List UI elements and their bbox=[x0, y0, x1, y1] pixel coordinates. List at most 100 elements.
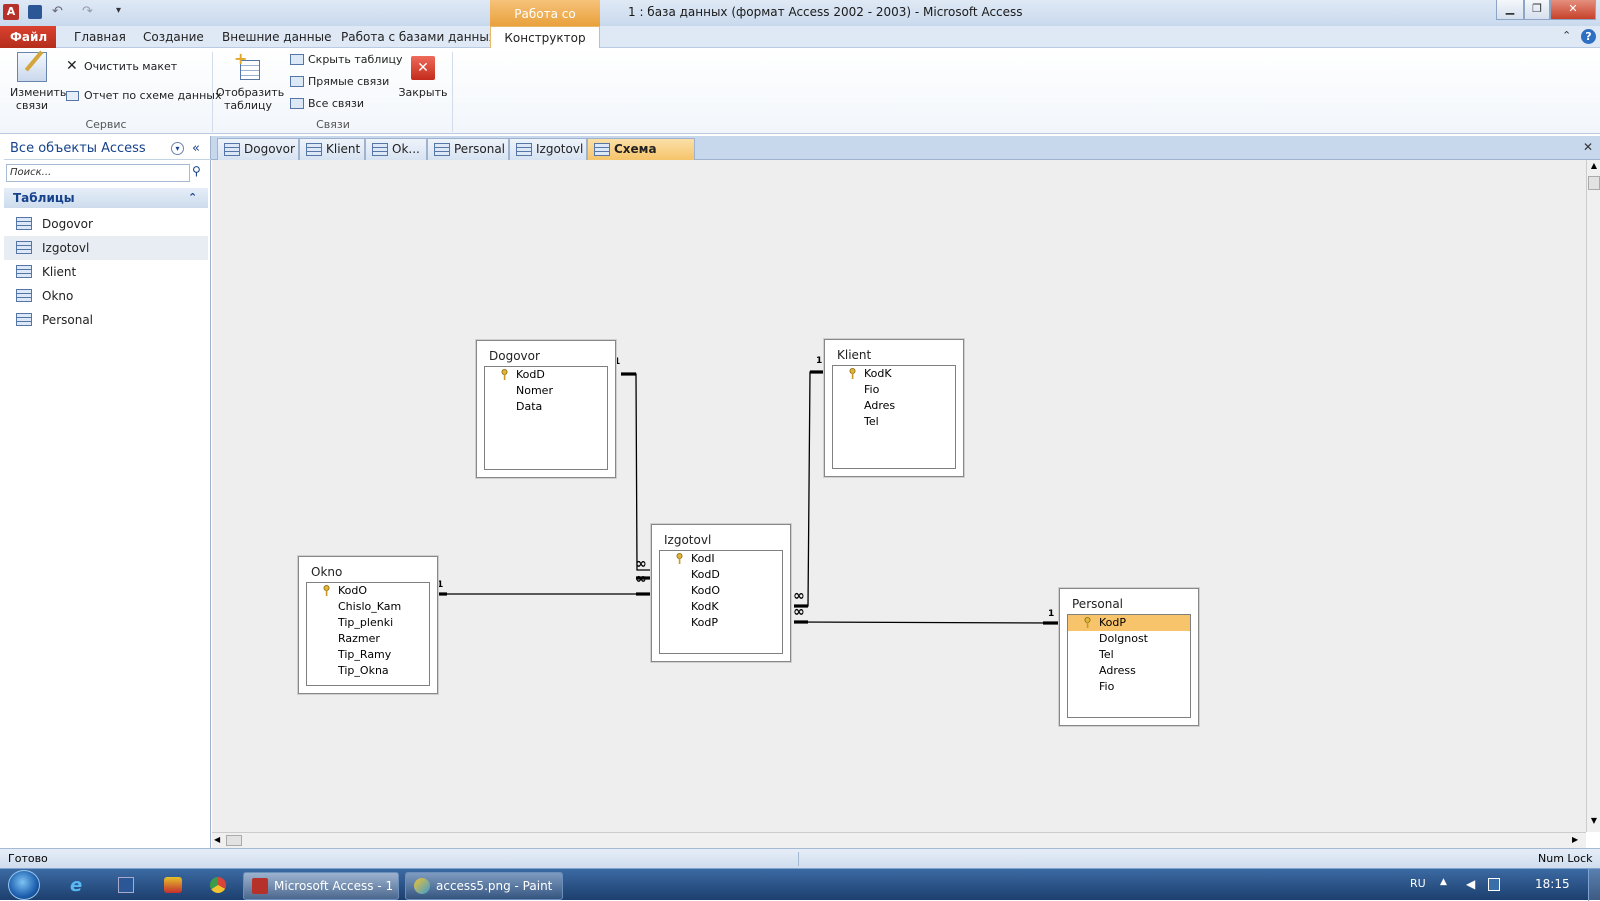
table-window-okno[interactable]: Okno KodO Chislo_Kam Tip_plenki Razmer T… bbox=[298, 556, 438, 694]
field-row[interactable]: Tip_Ramy bbox=[307, 647, 429, 663]
field-row[interactable]: KodK bbox=[833, 366, 955, 382]
relationships-icon bbox=[594, 143, 610, 156]
edit-relations-button[interactable]: Изменить связи bbox=[4, 50, 66, 112]
close-document-icon[interactable]: ✕ bbox=[1583, 140, 1593, 154]
doc-tab-personal[interactable]: Personal bbox=[427, 138, 509, 160]
relationship-report-button[interactable]: Отчет по схеме данных bbox=[64, 87, 221, 105]
field-row[interactable]: Adres bbox=[833, 398, 955, 414]
access-app-icon[interactable]: A bbox=[3, 4, 19, 20]
save-disk-icon[interactable] bbox=[118, 877, 134, 893]
nav-header[interactable]: Все объекты Access ▾ « bbox=[4, 138, 211, 160]
nav-item-dogovor[interactable]: Dogovor bbox=[4, 212, 208, 236]
network-icon[interactable] bbox=[1488, 878, 1500, 891]
table-window-personal[interactable]: Personal KodP Dolgnost Tel Adress Fio bbox=[1059, 588, 1199, 726]
scroll-thumb[interactable] bbox=[1588, 176, 1600, 190]
customize-toolbar-icon[interactable]: ▾ bbox=[116, 5, 121, 16]
field-row[interactable]: Dolgnost bbox=[1068, 631, 1190, 647]
taskbar-paint-button[interactable]: access5.png - Paint bbox=[405, 872, 563, 900]
start-button[interactable] bbox=[8, 870, 40, 900]
help-icon[interactable]: ? bbox=[1581, 29, 1596, 44]
title-bar: A ↶ ↷ ▾ Работа со связями 1 : база данны… bbox=[0, 0, 1600, 49]
doc-tab-klient[interactable]: Klient bbox=[299, 138, 365, 160]
tab-file[interactable]: Файл bbox=[0, 26, 56, 48]
field-row[interactable]: Nomer bbox=[485, 383, 607, 399]
field-row[interactable]: Chislo_Kam bbox=[307, 599, 429, 615]
field-row[interactable]: KodK bbox=[660, 599, 782, 615]
tab-design[interactable]: Конструктор bbox=[490, 26, 600, 49]
field-row[interactable]: Tip_plenki bbox=[307, 615, 429, 631]
nav-item-personal[interactable]: Personal bbox=[4, 308, 208, 332]
table-window-dogovor[interactable]: Dogovor KodD Nomer Data bbox=[476, 340, 616, 478]
table-window-izgotovl[interactable]: Izgotovl KodI KodD KodO KodK KodP bbox=[651, 524, 791, 662]
field-row[interactable]: Fio bbox=[833, 382, 955, 398]
field-row[interactable]: KodO bbox=[660, 583, 782, 599]
chrome-icon[interactable] bbox=[210, 877, 226, 893]
minimize-ribbon-icon[interactable]: ⌃ bbox=[1562, 29, 1571, 42]
field-row[interactable]: Razmer bbox=[307, 631, 429, 647]
internet-explorer-icon[interactable]: e bbox=[70, 875, 82, 896]
restore-button[interactable]: ❐ bbox=[1524, 0, 1550, 20]
vertical-scrollbar[interactable]: ▲ ▼ bbox=[1586, 160, 1600, 832]
nav-item-okno[interactable]: Okno bbox=[4, 284, 208, 308]
shutter-bar-collapse-icon[interactable]: « bbox=[192, 138, 200, 160]
scroll-left-arrow-icon[interactable]: ◀ bbox=[214, 835, 220, 844]
relationships-canvas[interactable]: 1 1 1 1 ∞ ∞ ∞ ∞ Dogovor KodD Nomer Data … bbox=[212, 160, 1586, 832]
close-relations-button[interactable]: ✕ Закрыть bbox=[398, 56, 448, 99]
search-icon[interactable]: ⚲ bbox=[192, 164, 201, 178]
minimize-button[interactable]: ▁ bbox=[1496, 0, 1524, 20]
field-row[interactable]: Tel bbox=[1068, 647, 1190, 663]
field-row[interactable]: KodP bbox=[660, 615, 782, 631]
scroll-thumb[interactable] bbox=[226, 835, 242, 846]
taskbar-access-button[interactable]: Microsoft Access - 1 ... bbox=[243, 872, 399, 900]
nav-item-klient[interactable]: Klient bbox=[4, 260, 208, 284]
undo-icon[interactable]: ↶ bbox=[52, 4, 63, 19]
nav-header-label: Все объекты Access bbox=[10, 141, 146, 156]
collapse-section-icon[interactable]: ⌃ bbox=[188, 188, 197, 208]
tab-database-tools[interactable]: Работа с базами данных bbox=[331, 26, 506, 48]
show-desktop-button[interactable] bbox=[1588, 869, 1600, 901]
volume-icon[interactable]: ◀ bbox=[1466, 877, 1475, 891]
redo-icon[interactable]: ↷ bbox=[82, 4, 93, 19]
scroll-down-arrow-icon[interactable]: ▼ bbox=[1588, 816, 1600, 828]
hide-table-button[interactable]: Скрыть таблицу bbox=[288, 51, 403, 69]
field-row[interactable]: KodD bbox=[485, 367, 607, 383]
doc-tab-dogovor[interactable]: Dogovor bbox=[217, 138, 299, 160]
save-icon[interactable] bbox=[28, 5, 42, 19]
nav-item-izgotovl[interactable]: Izgotovl bbox=[4, 236, 208, 260]
nav-menu-dropdown-icon[interactable]: ▾ bbox=[171, 142, 184, 155]
primary-key-icon bbox=[501, 369, 508, 380]
doc-tab-relationships[interactable]: Схема данных bbox=[587, 138, 695, 177]
clear-layout-button[interactable]: ✕ Очистить макет bbox=[64, 58, 177, 76]
horizontal-scrollbar[interactable]: ◀ ▶ bbox=[212, 832, 1586, 848]
tables-section-header[interactable]: Таблицы ⌃ bbox=[4, 188, 208, 208]
clock[interactable]: 18:15 bbox=[1535, 877, 1570, 891]
doc-tab-okno[interactable]: Ok... bbox=[365, 138, 427, 160]
field-row[interactable]: Tel bbox=[833, 414, 955, 430]
scroll-up-arrow-icon[interactable]: ▲ bbox=[1588, 161, 1600, 173]
field-row-selected[interactable]: KodP bbox=[1068, 615, 1190, 631]
field-row[interactable]: KodO bbox=[307, 583, 429, 599]
close-window-button[interactable]: ✕ bbox=[1550, 0, 1596, 20]
field-row[interactable]: KodD bbox=[660, 567, 782, 583]
show-table-button[interactable]: + Отобразить таблицу bbox=[216, 51, 284, 113]
field-row[interactable]: Data bbox=[485, 399, 607, 415]
clear-layout-label: Очистить макет bbox=[84, 60, 178, 73]
tab-external-data[interactable]: Внешние данные bbox=[212, 26, 341, 48]
field-name: Tip_Okna bbox=[338, 664, 389, 677]
nav-search-input[interactable]: Поиск... bbox=[6, 164, 190, 182]
tray-expand-icon[interactable]: ▲ bbox=[1440, 877, 1447, 887]
field-row[interactable]: Adress bbox=[1068, 663, 1190, 679]
all-relations-button[interactable]: Все связи bbox=[288, 95, 364, 113]
tab-create[interactable]: Создание bbox=[133, 26, 214, 48]
doc-tab-izgotovl[interactable]: Izgotovl bbox=[509, 138, 587, 160]
all-relations-icon bbox=[290, 98, 304, 109]
field-row[interactable]: Tip_Okna bbox=[307, 663, 429, 679]
table-window-klient[interactable]: Klient KodK Fio Adres Tel bbox=[824, 339, 964, 477]
app-icon[interactable] bbox=[164, 877, 182, 893]
field-row[interactable]: KodI bbox=[660, 551, 782, 567]
language-indicator[interactable]: RU bbox=[1410, 877, 1426, 890]
direct-relations-button[interactable]: Прямые связи bbox=[288, 73, 389, 91]
field-row[interactable]: Fio bbox=[1068, 679, 1190, 695]
tab-home[interactable]: Главная bbox=[64, 26, 136, 48]
scroll-right-arrow-icon[interactable]: ▶ bbox=[1572, 835, 1578, 844]
